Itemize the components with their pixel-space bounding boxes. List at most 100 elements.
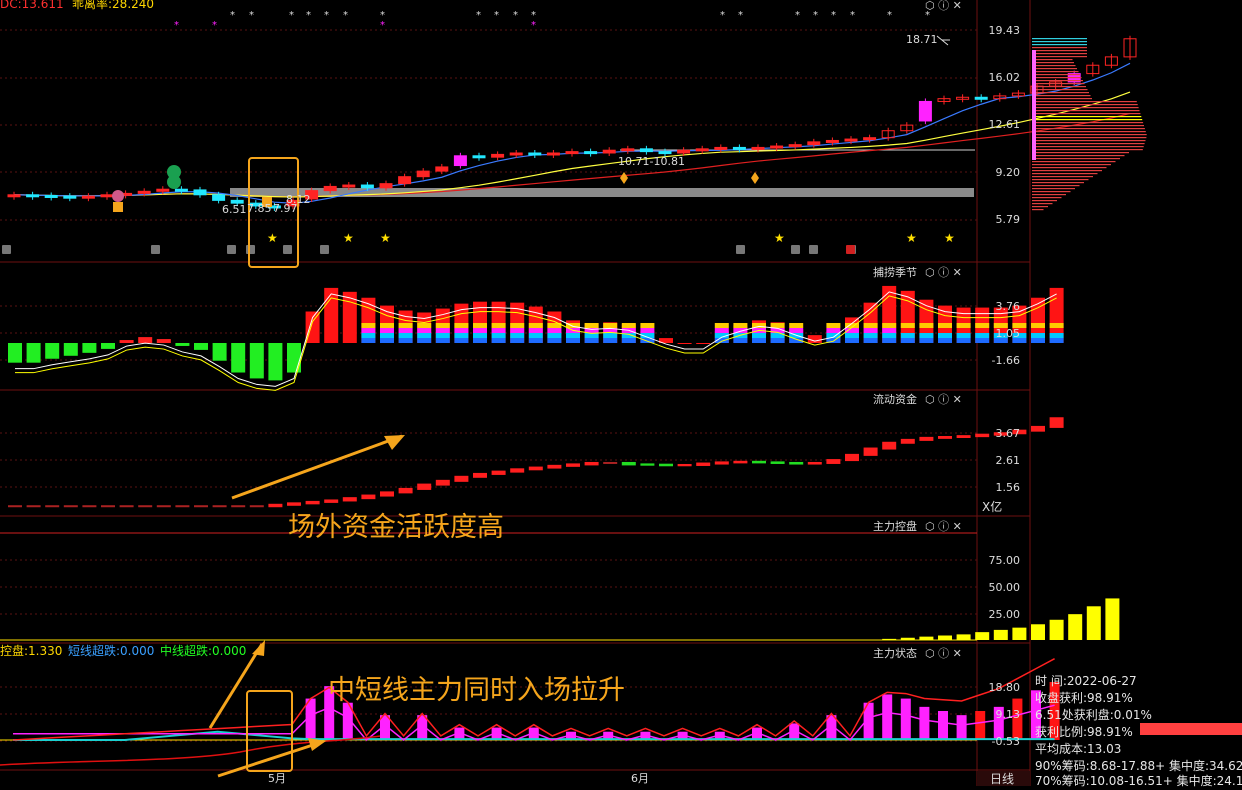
season-band-cyan [956, 333, 971, 338]
season-band-cyan [1049, 333, 1064, 338]
season-band-yellow [603, 323, 618, 328]
fund-bar [194, 505, 208, 508]
star-mark: * [887, 10, 892, 21]
season-band-cyan [380, 333, 394, 338]
candle-bar [509, 152, 523, 156]
chip-bar [1032, 80, 1083, 82]
candle-bar [639, 148, 653, 153]
p4-settings-icon[interactable]: ⬡ ⓘ ✕ [925, 518, 962, 534]
chip-bar [1032, 119, 1143, 121]
fund-bar [528, 466, 543, 471]
season-band-magenta [714, 328, 729, 333]
season-band-magenta [380, 328, 394, 333]
season-band-cyan [900, 333, 915, 338]
info-row-3: 平均成本:13.03 [1035, 742, 1122, 756]
season-band-magenta [528, 328, 543, 333]
season-band-magenta [826, 328, 841, 333]
season-band-yellow [919, 323, 934, 328]
season-band-yellow [900, 323, 915, 328]
fund-bar [584, 461, 599, 466]
period-daily[interactable]: 日线 [990, 772, 1014, 786]
season-bar-green [45, 343, 60, 359]
chip-bar [1032, 173, 1098, 175]
fund-bar [212, 505, 227, 508]
season-band-blue [938, 338, 952, 343]
high-arrow-icon [936, 35, 950, 46]
fund-bar [268, 503, 283, 508]
candle-bar [621, 148, 635, 152]
chip-bar [1032, 89, 1088, 91]
season-band-magenta [417, 328, 432, 333]
star-mark: * [720, 10, 725, 21]
season-band-cyan [361, 333, 376, 338]
season-band-blue [1049, 338, 1064, 343]
small-box-icon [809, 245, 818, 254]
info-row-2: 获利比例:98.91% [1035, 725, 1133, 739]
fund-bar [677, 463, 692, 467]
p4-tick-1: 50.00 [988, 581, 1021, 594]
p5-legend-kongpan: 控盘:1.330 [0, 644, 63, 658]
fund-bar [640, 463, 655, 466]
candle-bar [695, 148, 709, 152]
season-band-blue [770, 338, 785, 343]
season-band-yellow [733, 323, 748, 328]
chip-bar [1032, 83, 1085, 85]
p3-tick-1: 2.61 [995, 454, 1021, 467]
season-band-yellow [491, 323, 506, 328]
chip-bar [1032, 143, 1145, 145]
arrow-funds-line [231, 434, 403, 500]
yellow-star-icon: ★ [944, 231, 955, 245]
kongpan-bar [1049, 619, 1064, 640]
star-mark: * [831, 10, 836, 21]
kongpan-bar [1012, 627, 1027, 640]
price-range-label: 10.71-10.81 [618, 155, 685, 168]
chip-bar [1032, 149, 1143, 151]
p3-settings-icon[interactable]: ⬡ ⓘ ✕ [925, 391, 962, 407]
season-band-blue [528, 338, 543, 343]
chip-bar [1032, 41, 1087, 43]
chip-bar [1032, 191, 1071, 193]
season-band-blue [1031, 338, 1045, 343]
season-band-yellow [789, 323, 804, 328]
profit-ratio-bar [1140, 723, 1242, 735]
kongpan-bar [1031, 624, 1045, 640]
star-mark: * [813, 10, 818, 21]
chip-bar [1032, 203, 1053, 205]
fund-bar [361, 494, 376, 500]
chip-bar [1032, 98, 1092, 100]
chip-bar [1032, 194, 1066, 196]
chip-bar [1032, 50, 1087, 52]
kongpan-bar [938, 635, 952, 640]
fund-bar [45, 505, 60, 508]
season-band-cyan [435, 333, 450, 338]
status-bar [938, 711, 948, 740]
season-band-blue [845, 338, 859, 343]
fund-bar [342, 497, 357, 502]
season-band-yellow [417, 323, 432, 328]
p1-tick-0: 19.43 [988, 24, 1021, 37]
candle-bar [546, 152, 560, 156]
p1-settings-icon[interactable]: ⬡ ⓘ ✕ [925, 0, 962, 13]
chip-bar [1032, 47, 1087, 49]
season-band-cyan [919, 333, 934, 338]
small-box-icon [791, 245, 800, 254]
season-band-yellow [510, 323, 525, 328]
fund-bar [1049, 417, 1064, 428]
season-band-cyan [863, 333, 878, 338]
p2-settings-icon[interactable]: ⬡ ⓘ ✕ [925, 264, 962, 280]
season-band-yellow [1031, 323, 1045, 328]
season-band-cyan [547, 333, 562, 338]
season-band-magenta [454, 328, 469, 333]
red-box-icon [846, 245, 855, 254]
season-bar-red [677, 343, 692, 344]
candle-bar [342, 184, 356, 188]
candle-bar [100, 194, 114, 198]
season-bar-red [119, 340, 134, 343]
fund-bar [175, 505, 190, 508]
star-mark: * [249, 10, 254, 21]
yellow-star-icon: ★ [906, 231, 917, 245]
p5-settings-icon[interactable]: ⬡ ⓘ ✕ [925, 645, 962, 661]
fund-bar [789, 461, 804, 465]
chip-bar [1032, 71, 1079, 73]
season-band-blue [454, 338, 469, 343]
